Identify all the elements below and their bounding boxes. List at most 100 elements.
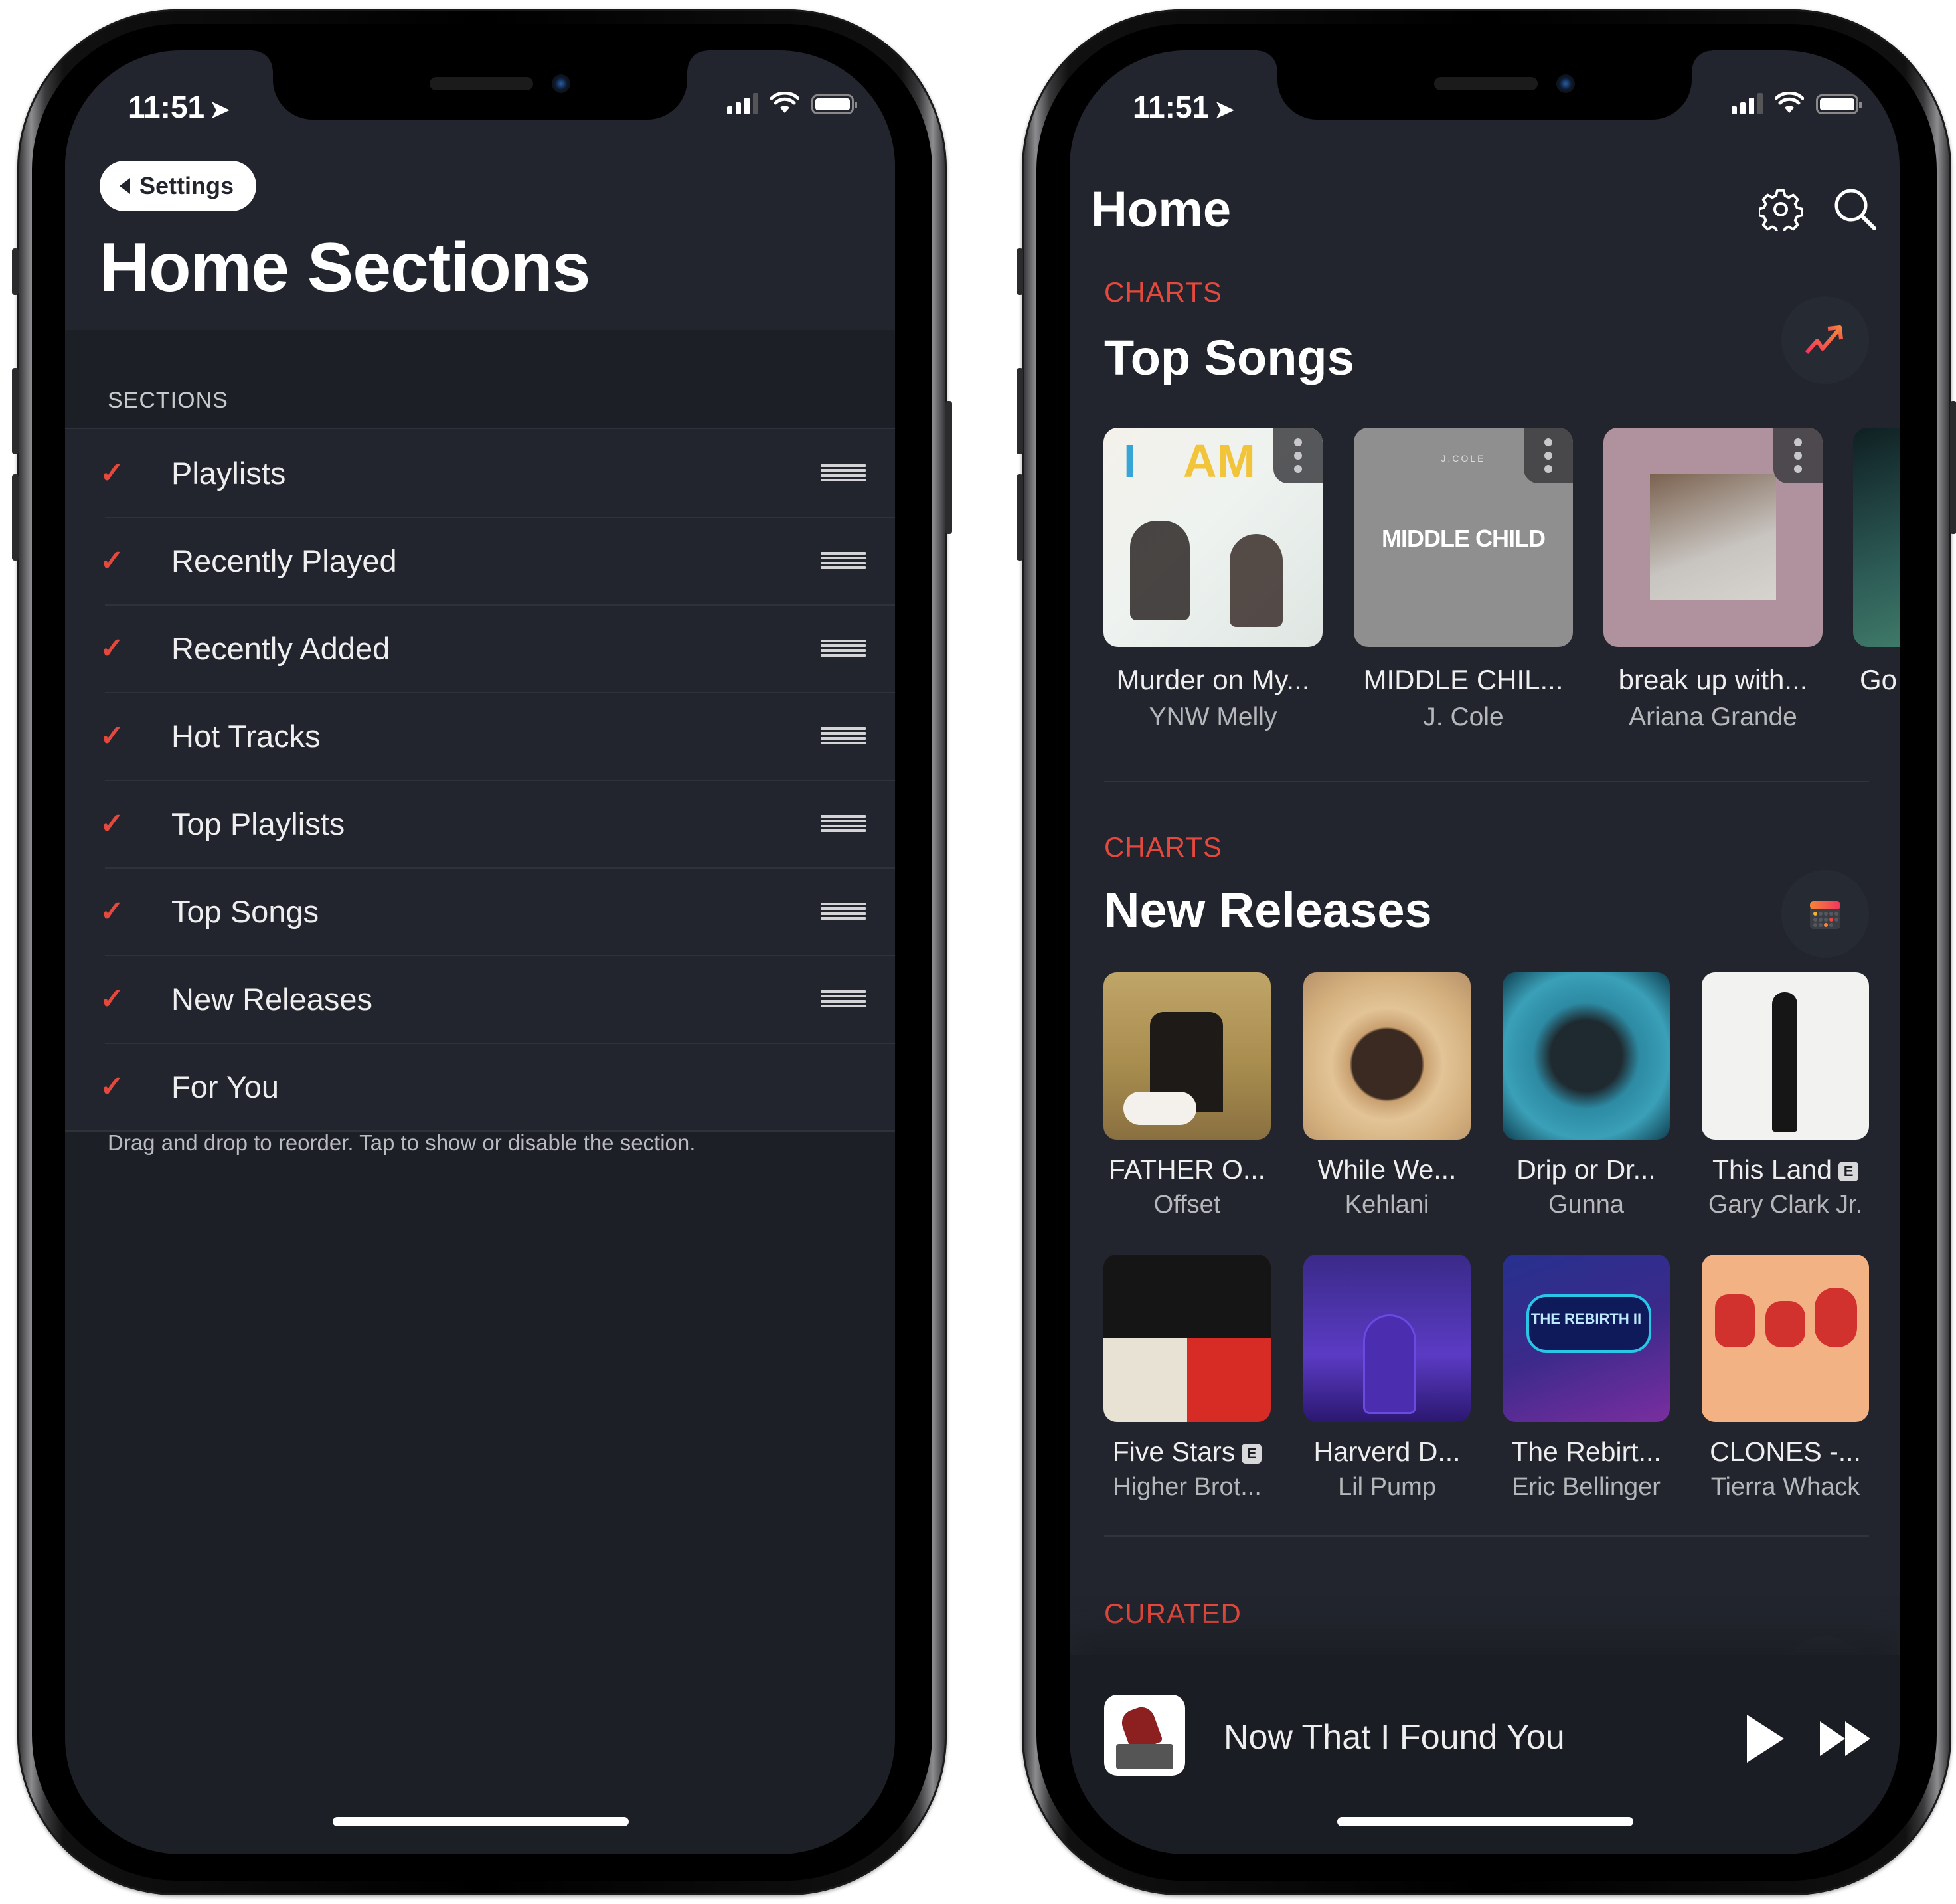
album-art: [1303, 1255, 1471, 1422]
album-title: While We...: [1317, 1154, 1457, 1185]
volume-down-button: [1017, 474, 1023, 561]
art-figure: [1363, 1314, 1416, 1414]
album-artist: Eric Bellinger: [1512, 1473, 1661, 1501]
album-card[interactable]: Five Stars E Higher Brot...: [1103, 1255, 1271, 1502]
section-label: Top Songs: [171, 893, 319, 929]
left-phone-frame: 11:51 ➤ Settings Home Sections SECTIONS ✓…: [12, 9, 952, 1895]
fast-forward-icon[interactable]: [1820, 1721, 1870, 1756]
song-card[interactable]: break up with... Ariana Grande: [1603, 428, 1823, 732]
album-card[interactable]: Harverd D... Lil Pump: [1303, 1255, 1471, 1502]
volume-up-button: [12, 368, 19, 454]
art-object: [1715, 1294, 1755, 1347]
page-title: Home: [1091, 181, 1232, 238]
song-title: Murder on My...: [1116, 664, 1310, 695]
album-title: CLONES -...: [1710, 1436, 1861, 1467]
search-icon[interactable]: [1832, 186, 1878, 232]
gear-icon[interactable]: [1759, 187, 1803, 231]
trending-button[interactable]: [1781, 296, 1869, 384]
section-label-charts: CHARTS: [1104, 831, 1222, 863]
album-artist: Kehlani: [1345, 1191, 1429, 1219]
settings-screen: 11:51 ➤ Settings Home Sections SECTIONS ✓…: [65, 50, 895, 1854]
status-bar-icons: [1732, 92, 1862, 114]
section-row-top-playlists[interactable]: ✓ Top Playlists: [65, 780, 895, 867]
section-row-for-you[interactable]: ✓ For You: [65, 1043, 895, 1130]
album-art: [1702, 972, 1869, 1140]
section-label: Recently Added: [171, 630, 390, 666]
album-card[interactable]: This Land E Gary Clark Jr.: [1702, 972, 1869, 1219]
home-screen: 11:51 ➤ Home CHARTS Top Songs I AM Murde…: [1070, 50, 1900, 1854]
section-row-recently-played[interactable]: ✓ Recently Played: [65, 517, 895, 604]
section-label: Recently Played: [171, 543, 397, 578]
battery-icon: [1816, 94, 1862, 114]
explicit-badge: E: [1242, 1444, 1262, 1464]
front-camera: [552, 74, 570, 93]
section-label: New Releases: [171, 981, 373, 1017]
section-label: Playlists: [171, 455, 286, 491]
art-boombox: [1116, 1744, 1173, 1769]
song-card[interactable]: J.COLE MIDDLE CHILD MIDDLE CHIL... J. Co…: [1354, 428, 1573, 732]
drag-handle-icon[interactable]: [821, 640, 866, 657]
drag-handle-icon[interactable]: [821, 552, 866, 569]
calendar-icon: [1810, 901, 1840, 929]
album-card[interactable]: While We... Kehlani: [1303, 972, 1471, 1219]
more-options-button[interactable]: [1773, 428, 1823, 483]
album-title: Harverd D...: [1313, 1436, 1461, 1467]
more-options-button[interactable]: [1273, 428, 1323, 483]
drag-handle-icon[interactable]: [821, 815, 866, 832]
wifi-icon: [770, 92, 799, 113]
volume-up-button: [1017, 368, 1023, 454]
section-divider: [1104, 1535, 1869, 1537]
drag-handle-icon[interactable]: [821, 727, 866, 744]
back-button-settings[interactable]: Settings: [100, 161, 257, 211]
home-indicator[interactable]: [333, 1817, 629, 1826]
section-row-playlists[interactable]: ✓ Playlists: [65, 429, 895, 517]
album-title: The Rebirt...: [1511, 1436, 1661, 1467]
album-title: This Land E: [1702, 1154, 1869, 1185]
art-graffiti: AM: [1183, 435, 1256, 487]
footnote: Drag and drop to reorder. Tap to show or…: [108, 1130, 696, 1155]
explicit-badge: E: [1838, 1162, 1859, 1181]
more-options-button[interactable]: [1524, 428, 1573, 483]
battery-icon: [811, 94, 857, 114]
location-arrow-icon: ➤: [1214, 96, 1235, 123]
drag-handle-icon[interactable]: [821, 990, 866, 1007]
section-label: For You: [171, 1069, 280, 1104]
song-card[interactable]: Go: [1853, 428, 1900, 696]
play-icon[interactable]: [1747, 1715, 1784, 1763]
speaker-grille: [430, 77, 533, 90]
power-button: [1950, 401, 1956, 534]
trending-up-icon: [1805, 325, 1843, 354]
album-card[interactable]: THE REBIRTH II The Rebirt... Eric Bellin…: [1503, 1255, 1670, 1502]
album-artist: Higher Brot...: [1113, 1473, 1262, 1501]
volume-down-button: [12, 474, 19, 561]
album-card[interactable]: CLONES -... Tierra Whack: [1702, 1255, 1869, 1502]
checkmark-icon: ✓: [100, 895, 124, 928]
section-row-top-songs[interactable]: ✓ Top Songs: [65, 867, 895, 955]
section-row-recently-added[interactable]: ✓ Recently Added: [65, 604, 895, 692]
section-label-curated: CURATED: [1104, 1598, 1242, 1629]
art-figure: [1123, 1092, 1196, 1125]
song-card[interactable]: I AM Murder on My... YNW Melly: [1103, 428, 1323, 732]
album-card[interactable]: FATHER O... Offset: [1103, 972, 1271, 1219]
album-art: [1303, 972, 1471, 1140]
home-indicator[interactable]: [1337, 1817, 1633, 1826]
section-label-charts: CHARTS: [1104, 276, 1222, 307]
sections-list: ✓ Playlists ✓ Recently Played ✓ Recently…: [65, 428, 895, 1132]
drag-handle-icon[interactable]: [821, 903, 866, 920]
page-title: Home Sections: [100, 229, 590, 306]
section-row-new-releases[interactable]: ✓ New Releases: [65, 955, 895, 1043]
art-photo: [1650, 474, 1776, 600]
song-artist: Ariana Grande: [1629, 703, 1797, 731]
album-card[interactable]: Drip or Dr... Gunna: [1503, 972, 1670, 1219]
notch: [253, 50, 707, 120]
section-divider: [1104, 781, 1869, 782]
section-row-hot-tracks[interactable]: ✓ Hot Tracks: [65, 692, 895, 780]
album-artist: Gunna: [1548, 1191, 1625, 1219]
calendar-button[interactable]: [1781, 870, 1869, 958]
album-art: I AM: [1103, 428, 1323, 647]
drag-handle-icon[interactable]: [821, 464, 866, 481]
checkmark-icon: ✓: [100, 982, 124, 1015]
chevron-left-icon: [120, 178, 130, 194]
art-text: MIDDLE CHILD: [1382, 525, 1546, 552]
art-figure: [1230, 534, 1283, 627]
